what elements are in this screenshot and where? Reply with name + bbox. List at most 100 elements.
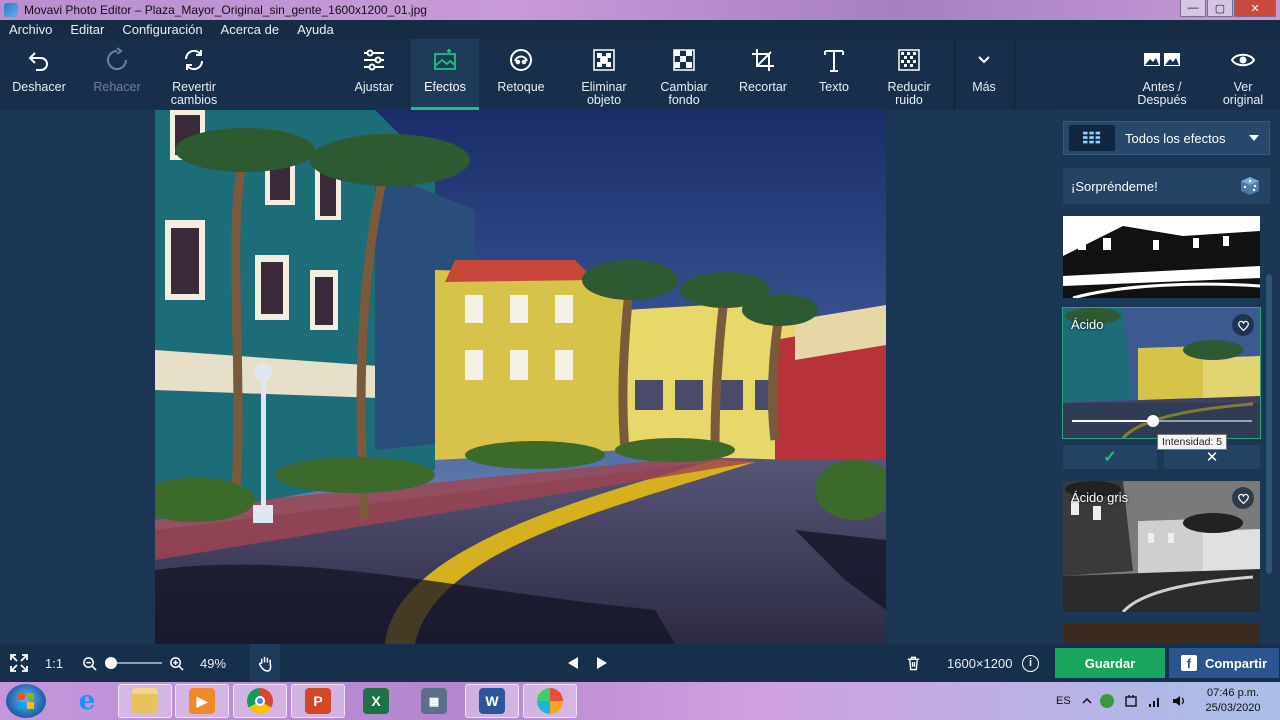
share-button[interactable]: f Compartir [1169,648,1279,678]
clock-date: 25/03/2020 [1205,702,1261,714]
intensity-knob[interactable] [1147,415,1159,427]
effects-scrollbar[interactable] [1264,216,1274,644]
remove-object-icon [593,49,615,71]
intensity-slider[interactable] [1072,415,1252,427]
movavi-icon [537,688,563,714]
effects-label: Efectos [424,80,466,94]
effects-category-label: Todos los efectos [1125,130,1226,146]
favorite-heart-icon[interactable] [1232,314,1254,336]
zoom-out-icon [83,656,97,671]
crop-icon [752,49,774,71]
crop-button[interactable]: Recortar [726,39,800,110]
taskbar-excel[interactable]: X [349,684,403,718]
effects-button[interactable]: Efectos [411,39,479,110]
more-button[interactable]: Más [955,39,1013,110]
menu-configuracion[interactable]: Configuración [113,22,211,37]
close-button[interactable]: ✕ [1234,0,1276,17]
retouch-label: Retoque [497,80,545,94]
tray-show-hidden[interactable] [1082,682,1092,720]
zoom-slider-knob[interactable] [105,657,117,669]
zoom-in-icon [170,656,184,671]
system-clock[interactable]: 07:46 p.m. 25/03/2020 [1196,686,1270,716]
tray-network[interactable] [1148,682,1162,720]
tray-volume[interactable] [1172,682,1186,720]
undo-button[interactable]: Deshacer [0,39,78,110]
surprise-me-button[interactable]: ¡Sorpréndeme! [1063,168,1270,204]
delete-button[interactable] [906,644,921,682]
view-original-button[interactable]: Ver original [1208,39,1278,110]
tray-security[interactable] [1100,682,1114,720]
zoom-slider-track[interactable] [110,662,162,664]
share-label: Compartir [1204,655,1268,671]
actual-size-button[interactable]: 1:1 [45,644,63,682]
effects-icon [434,49,456,70]
minimize-button[interactable]: — [1180,0,1206,17]
taskbar: e ▶ P X ▦ W ES 07:46 p.m. 25/03/2020 [0,682,1280,720]
change-background-icon [673,49,695,71]
sketch-thumbnail [1063,216,1260,298]
image-dimensions: 1600×1200 [947,655,1013,671]
hand-icon [258,656,271,672]
menu-editar[interactable]: Editar [61,22,113,37]
edited-photo [155,110,886,644]
favorite-heart-icon[interactable] [1232,487,1254,509]
start-button[interactable] [6,684,46,718]
remove-object-button[interactable]: Eliminar objeto [566,39,642,110]
taskbar-chrome[interactable] [233,684,287,718]
zoom-in-button[interactable] [169,644,184,682]
info-icon: i [1022,654,1039,672]
hand-tool-button[interactable] [250,644,280,682]
taskbar-calculator[interactable]: ▦ [407,684,461,718]
signal-icon [1149,698,1159,707]
input-language[interactable]: ES [1056,682,1071,720]
effect-thumbnail-next[interactable] [1063,624,1260,644]
grid-icon [1069,125,1115,151]
taskbar-movavi[interactable] [523,684,577,718]
effects-category-dropdown[interactable]: Todos los efectos [1063,121,1270,155]
before-after-button[interactable]: Antes / Después [1124,39,1200,110]
change-background-button[interactable]: Cambiar fondo [646,39,722,110]
apply-effect-button[interactable]: ✓ [1063,445,1157,469]
text-icon [824,50,844,72]
adjust-button[interactable]: Ajustar [338,39,410,110]
dropdown-caret-icon [1249,135,1259,141]
redo-icon [107,47,127,70]
tray-power[interactable] [1124,682,1138,720]
chevron-down-icon [978,56,990,64]
before-after-label-2: Después [1137,93,1187,107]
calculator-icon: ▦ [421,688,447,714]
redo-button[interactable]: Rehacer [78,39,156,110]
more-label: Más [972,80,996,94]
zoom-out-button[interactable] [82,644,97,682]
maximize-button[interactable]: ▢ [1207,0,1233,17]
taskbar-file-explorer[interactable] [118,684,172,718]
taskbar-internet-explorer[interactable]: e [60,684,114,718]
next-image-button[interactable] [595,644,609,682]
taskbar-powerpoint[interactable]: P [291,684,345,718]
save-button[interactable]: Guardar [1055,648,1165,678]
app-icon [4,3,18,17]
retouch-button[interactable]: Retoque [480,39,562,110]
text-button[interactable]: Texto [802,39,866,110]
scrollbar-thumb[interactable] [1266,274,1272,574]
previous-image-button[interactable] [566,644,580,682]
reduce-noise-button[interactable]: Reducir ruido [870,39,948,110]
sliders-icon [364,49,384,71]
text-label: Texto [819,80,849,94]
menu-ayuda[interactable]: Ayuda [288,22,343,37]
menu-archivo[interactable]: Archivo [0,22,61,37]
effect-thumbnail-sketch[interactable] [1063,216,1260,298]
effect-card-acido-gris[interactable]: Ácido gris [1063,481,1260,612]
info-button[interactable]: i [1022,644,1039,682]
revert-changes-button[interactable]: Revertir cambios [156,39,232,110]
taskbar-word[interactable]: W [465,684,519,718]
taskbar-media-player[interactable]: ▶ [175,684,229,718]
media-player-icon: ▶ [189,688,215,714]
menu-acerca-de[interactable]: Acerca de [212,22,289,37]
photo-preview[interactable] [155,110,886,644]
remove-object-label-2: objeto [586,93,622,107]
fit-to-screen-button[interactable] [10,644,28,682]
change-background-label-2: fondo [668,93,700,107]
eye-icon [1230,53,1256,67]
fullscreen-icon [10,654,28,672]
